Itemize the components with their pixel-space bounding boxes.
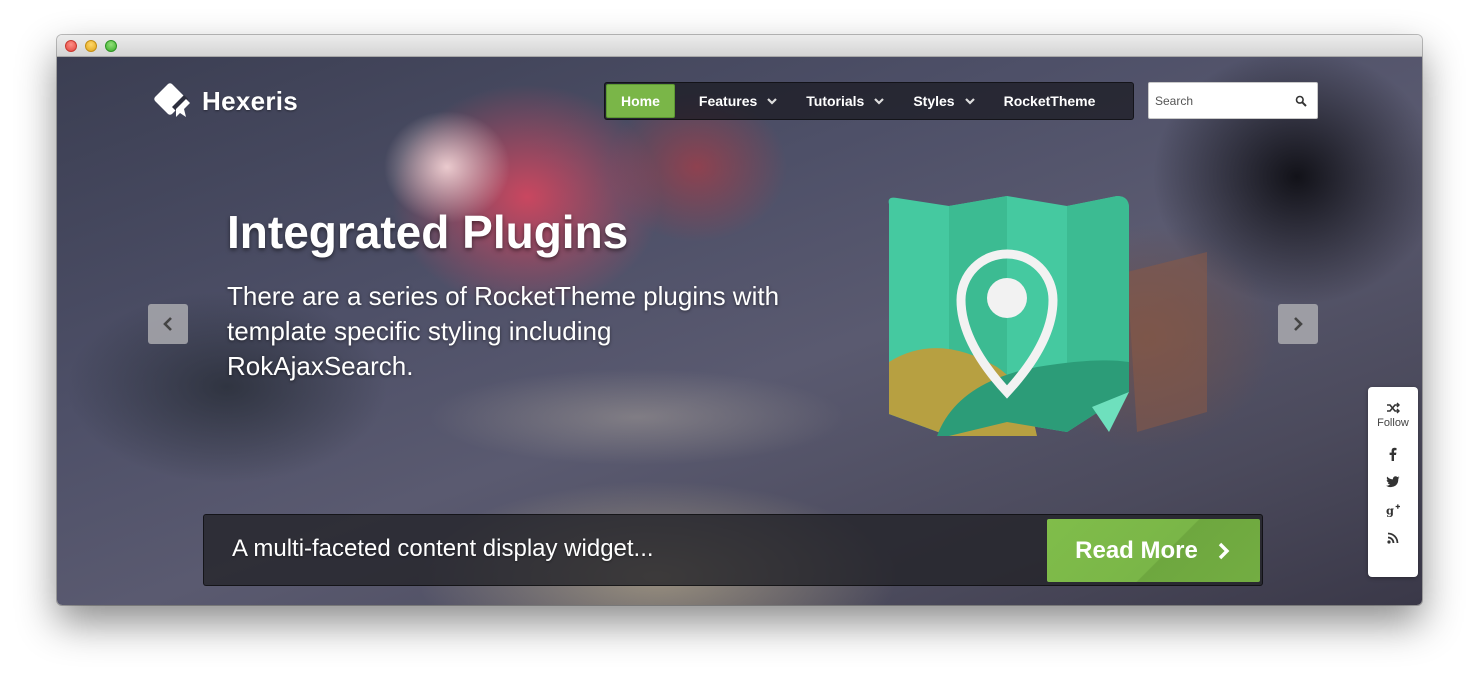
chevron-down-icon bbox=[964, 98, 975, 105]
nav-item-home[interactable]: Home bbox=[606, 84, 675, 118]
chevron-down-icon bbox=[767, 98, 778, 105]
window-titlebar bbox=[57, 35, 1422, 57]
search-icon[interactable] bbox=[1295, 95, 1307, 107]
slide-title: Integrated Plugins bbox=[227, 206, 629, 258]
main-navigation: Home Features Tutorials Styles RocketThe… bbox=[604, 82, 1134, 120]
map-pin-icon bbox=[888, 196, 1207, 436]
minimize-window-button[interactable] bbox=[85, 40, 97, 52]
slide-description: There are a series of RocketTheme plugin… bbox=[227, 281, 780, 381]
hero-showcase: Hexeris Home Features Tutorials Styles R… bbox=[57, 57, 1422, 605]
brand-name: Hexeris bbox=[202, 85, 299, 116]
read-more-button[interactable]: Read More bbox=[1047, 519, 1260, 582]
search-input[interactable] bbox=[1149, 83, 1289, 118]
site-logo[interactable]: Hexeris bbox=[150, 77, 298, 125]
chevron-right-icon bbox=[1294, 317, 1303, 331]
nav-item-styles[interactable]: Styles bbox=[899, 84, 989, 118]
caption-text: A multi-faceted content display widget..… bbox=[232, 535, 654, 562]
social-follow-panel: Follow g bbox=[1368, 387, 1418, 577]
follow-label: Follow bbox=[1377, 417, 1409, 429]
facebook-icon[interactable] bbox=[1386, 447, 1400, 461]
nav-item-label: Features bbox=[698, 93, 758, 109]
nav-item-label: Styles bbox=[913, 93, 955, 109]
maximize-window-button[interactable] bbox=[105, 40, 117, 52]
svg-text:g: g bbox=[1386, 503, 1394, 517]
nav-item-label: Tutorials bbox=[806, 93, 865, 109]
read-more-label: Read More bbox=[1075, 536, 1198, 564]
chevron-down-icon bbox=[874, 98, 885, 105]
slide-next-button[interactable] bbox=[1278, 304, 1318, 344]
chevron-left-icon bbox=[163, 317, 172, 331]
slide-prev-button[interactable] bbox=[148, 304, 188, 344]
nav-item-features[interactable]: Features bbox=[685, 84, 792, 118]
browser-window: Hexeris Home Features Tutorials Styles R… bbox=[57, 35, 1422, 605]
nav-item-tutorials[interactable]: Tutorials bbox=[792, 84, 899, 118]
nav-item-label: Home bbox=[621, 93, 660, 109]
twitter-icon[interactable] bbox=[1386, 475, 1400, 489]
close-window-button[interactable] bbox=[65, 40, 77, 52]
google-plus-icon[interactable]: g bbox=[1386, 503, 1400, 517]
nav-item-label: RocketTheme bbox=[1003, 93, 1096, 109]
logo-icon bbox=[154, 83, 190, 117]
slide-caption-bar: A multi-faceted content display widget..… bbox=[203, 514, 1263, 586]
nav-item-rockettheme[interactable]: RocketTheme bbox=[990, 84, 1110, 118]
shuffle-icon[interactable] bbox=[1386, 401, 1400, 415]
chevron-right-icon bbox=[1218, 542, 1230, 559]
rss-icon[interactable] bbox=[1386, 531, 1400, 545]
search-box bbox=[1148, 82, 1318, 119]
